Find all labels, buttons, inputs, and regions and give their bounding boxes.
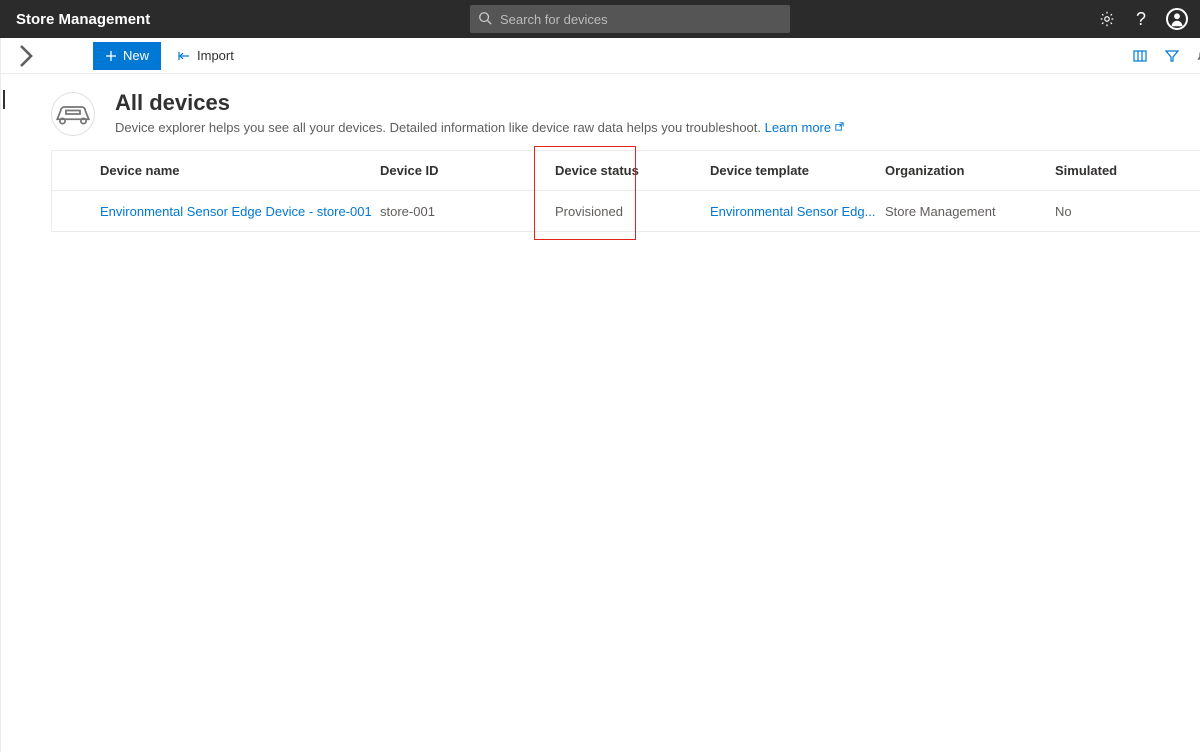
page-title: All devices [115, 90, 845, 116]
toolbar: New Import [1, 38, 1200, 74]
table-header-row: Device name Device ID Device status Devi… [52, 151, 1200, 191]
col-simulated[interactable]: Simulated [1055, 163, 1155, 178]
chevron-right-icon[interactable] [9, 38, 41, 74]
header-right: ? [1098, 8, 1188, 30]
import-icon [177, 49, 191, 63]
filter-icon[interactable] [1164, 48, 1180, 64]
help-icon[interactable]: ? [1132, 10, 1150, 28]
col-device-id[interactable]: Device ID [380, 163, 555, 178]
new-label: New [123, 48, 149, 63]
cell-device-id: store-001 [380, 204, 555, 219]
search-wrap [470, 5, 790, 33]
cell-device-template[interactable]: Environmental Sensor Edg... [710, 204, 885, 219]
cell-device-name[interactable]: Environmental Sensor Edge Device - store… [100, 204, 380, 219]
account-icon[interactable] [1166, 8, 1188, 30]
import-label: Import [197, 48, 234, 63]
devices-table: Device name Device ID Device status Devi… [51, 150, 1200, 232]
new-button[interactable]: New [93, 42, 161, 70]
import-button[interactable]: Import [165, 42, 246, 70]
app-title: Store Management [16, 11, 150, 28]
table-row[interactable]: Environmental Sensor Edge Device - store… [52, 191, 1200, 231]
col-device-name[interactable]: Device name [100, 163, 380, 178]
columns-icon[interactable] [1132, 48, 1148, 64]
col-organization[interactable]: Organization [885, 163, 1055, 178]
devices-page-icon [51, 92, 95, 136]
page-subtitle: Device explorer helps you see all your d… [115, 120, 845, 135]
cell-organization: Store Management [885, 204, 1055, 219]
learn-more-link[interactable]: Learn more [765, 120, 831, 135]
cell-device-status: Provisioned [555, 204, 710, 219]
settings-icon[interactable] [1098, 10, 1116, 28]
cell-simulated: No [1055, 204, 1155, 219]
page-header: All devices Device explorer helps you se… [51, 90, 1200, 150]
search-icon [478, 11, 492, 25]
main-content: New Import [1, 38, 1200, 752]
plus-icon [105, 50, 117, 62]
col-device-template[interactable]: Device template [710, 163, 885, 178]
external-link-icon [834, 120, 845, 131]
col-device-status[interactable]: Device status [555, 163, 710, 178]
search-input[interactable] [470, 5, 790, 33]
bell-icon[interactable] [1196, 48, 1200, 64]
top-header: Store Management ? [0, 0, 1200, 38]
